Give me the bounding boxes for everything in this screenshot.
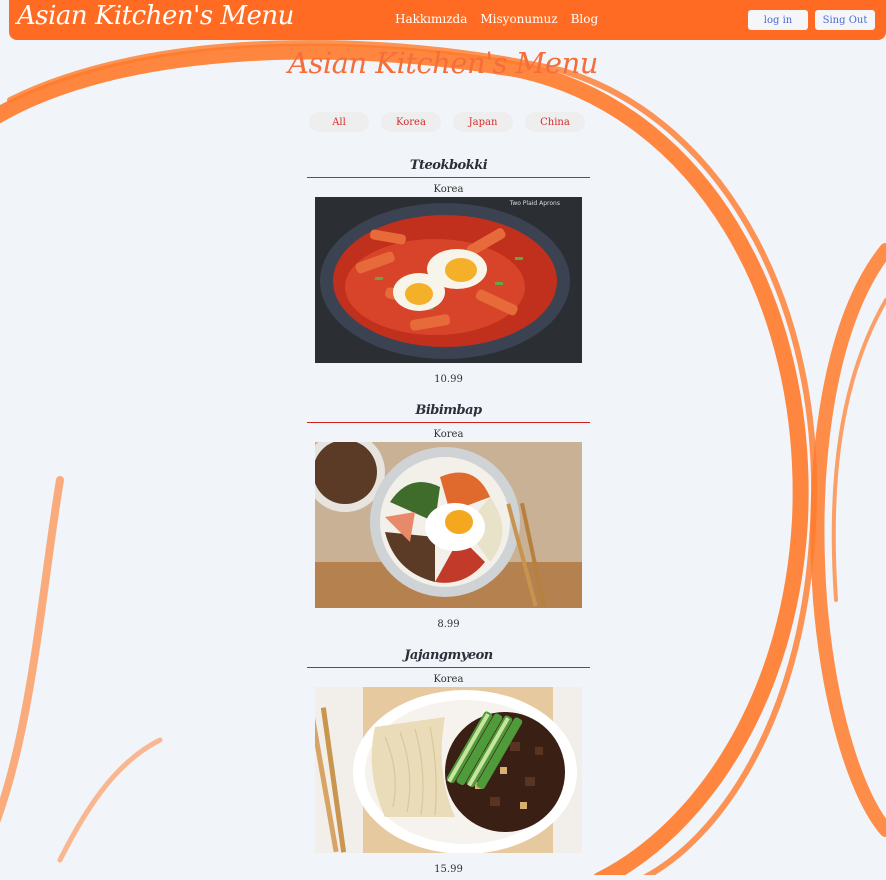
category-filters: All Korea Japan China	[309, 112, 585, 132]
tteokbokki-photo: Two Plaid Aprons	[315, 197, 582, 363]
nav-link-about[interactable]: Hakkımızda	[395, 12, 467, 26]
menu-item-category: Korea	[433, 429, 464, 440]
top-navbar: Asian Kitchen's Menu Hakkımızda Misyonum…	[9, 0, 886, 40]
login-button[interactable]: log in	[748, 10, 808, 30]
menu-item-title: Bibimbap	[307, 400, 590, 423]
menu-item-title: Tteokbokki	[307, 155, 590, 178]
filter-japan-button[interactable]: Japan	[453, 112, 513, 132]
menu-item-category: Korea	[433, 184, 464, 195]
sign-out-button[interactable]: Sing Out	[815, 10, 875, 30]
bibimbap-photo	[315, 442, 582, 608]
filter-all-button[interactable]: All	[309, 112, 369, 132]
menu-item-category: Korea	[433, 674, 464, 685]
jajangmyeon-photo	[315, 687, 582, 853]
photo-watermark: Two Plaid Aprons	[509, 200, 560, 207]
brand-logo[interactable]: Asian Kitchen's Menu	[17, 1, 294, 31]
menu-item: Jajangmyeon Korea 15.99	[307, 645, 590, 880]
nav-links: Hakkımızda Misyonumuz Blog	[395, 12, 598, 26]
nav-link-mission[interactable]: Misyonumuz	[480, 12, 557, 26]
menu-item-price: 15.99	[434, 864, 463, 875]
menu-item: Bibimbap Korea 8.99	[307, 400, 590, 635]
page-title: Asian Kitchen's Menu	[288, 46, 598, 80]
menu-item: Tteokbokki Korea Two Plaid Aprons 10.99	[307, 155, 590, 390]
filter-korea-button[interactable]: Korea	[381, 112, 441, 132]
menu-item-title: Jajangmyeon	[307, 645, 590, 668]
nav-link-blog[interactable]: Blog	[571, 12, 599, 26]
menu-item-price: 10.99	[434, 374, 463, 385]
auth-buttons: log in Sing Out	[748, 10, 875, 30]
menu-item-price: 8.99	[437, 619, 460, 630]
filter-china-button[interactable]: China	[525, 112, 585, 132]
